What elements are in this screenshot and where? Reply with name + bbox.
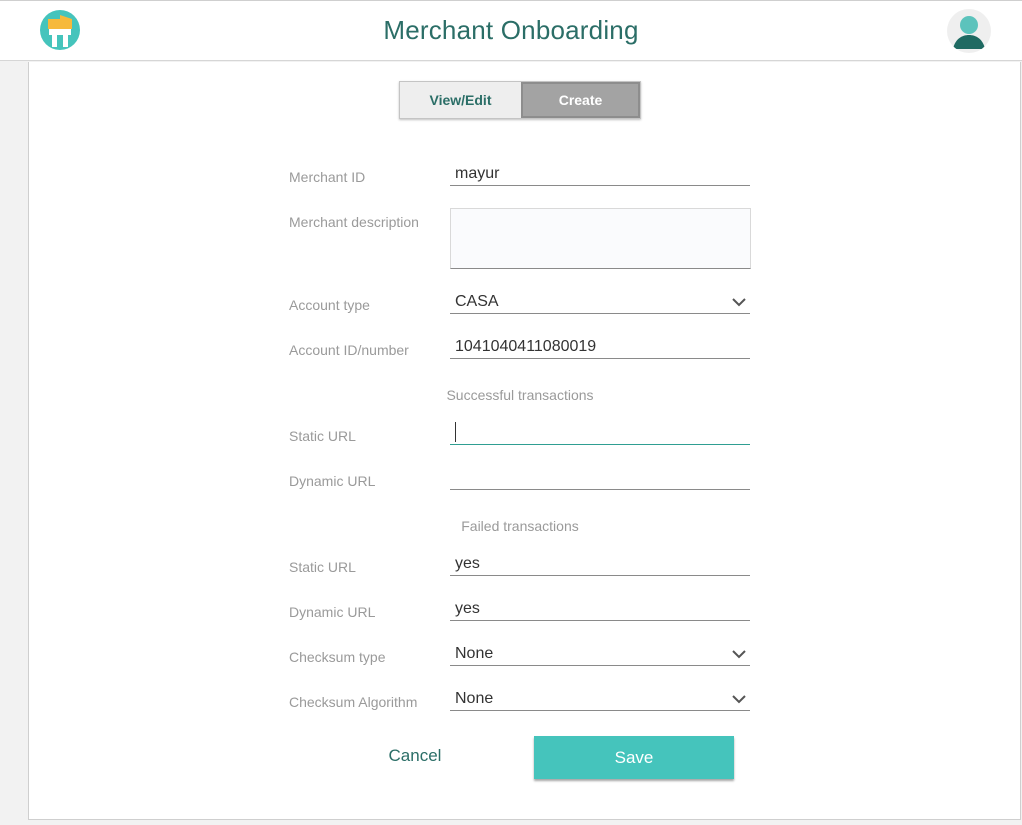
merchant-id-label: Merchant ID xyxy=(289,169,366,185)
checksum-type-select[interactable]: None xyxy=(450,640,750,666)
success-dynamic-url-field[interactable] xyxy=(450,464,750,490)
account-id-field[interactable]: 1041040411080019 xyxy=(450,333,750,359)
checksum-type-value: None xyxy=(455,645,494,662)
checksum-algorithm-select[interactable]: None xyxy=(450,685,750,711)
tab-view-edit[interactable]: View/Edit xyxy=(400,82,521,118)
text-cursor xyxy=(455,422,456,442)
failed-transactions-heading: Failed transactions xyxy=(461,518,579,534)
merchant-description-field[interactable] xyxy=(450,208,751,269)
chevron-down-icon xyxy=(732,695,746,704)
checksum-algorithm-label: Checksum Algorithm xyxy=(289,694,418,710)
cancel-button[interactable]: Cancel xyxy=(360,746,470,766)
checksum-algorithm-value: None xyxy=(455,690,494,707)
account-type-value: CASA xyxy=(455,293,499,310)
success-static-url-field[interactable] xyxy=(450,419,750,445)
account-type-label: Account type xyxy=(289,297,370,313)
successful-transactions-heading: Successful transactions xyxy=(446,387,594,403)
checksum-type-label: Checksum type xyxy=(289,649,386,665)
merchant-description-label: Merchant description xyxy=(289,214,419,230)
merchant-id-field[interactable]: mayur xyxy=(450,160,750,186)
save-button[interactable]: Save xyxy=(534,736,734,779)
failed-dynamic-url-value: yes xyxy=(455,600,480,617)
failed-dynamic-url-field[interactable]: yes xyxy=(450,595,750,621)
chevron-down-icon xyxy=(732,650,746,659)
user-avatar-icon[interactable] xyxy=(947,9,991,53)
account-id-value: 1041040411080019 xyxy=(455,338,597,355)
success-static-url-label: Static URL xyxy=(289,428,356,444)
mode-toggle: View/Edit Create xyxy=(399,81,641,119)
failed-static-url-value: yes xyxy=(455,555,480,572)
account-type-select[interactable]: CASA xyxy=(450,288,750,314)
chevron-down-icon xyxy=(732,298,746,307)
failed-dynamic-url-label: Dynamic URL xyxy=(289,604,376,620)
tab-create[interactable]: Create xyxy=(521,82,640,118)
failed-static-url-field[interactable]: yes xyxy=(450,550,750,576)
account-id-label: Account ID/number xyxy=(289,342,409,358)
success-dynamic-url-label: Dynamic URL xyxy=(289,473,376,489)
top-bar: Merchant Onboarding xyxy=(0,0,1022,61)
merchant-id-value: mayur xyxy=(455,165,500,182)
failed-static-url-label: Static URL xyxy=(289,559,356,575)
page-title: Merchant Onboarding xyxy=(383,15,639,45)
